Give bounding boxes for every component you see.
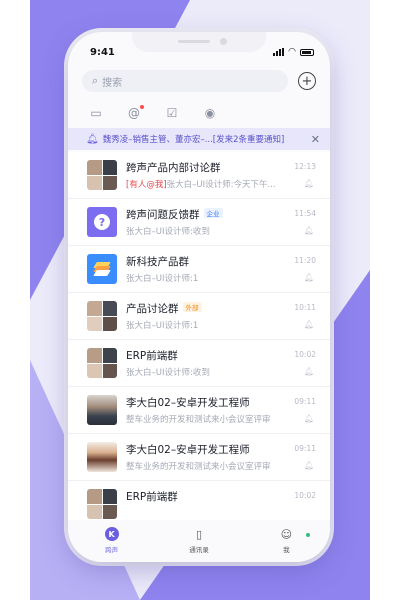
mute-icon: 🔔︎ [303, 179, 314, 188]
conversation-row[interactable]: 跨声产品内部讨论群 [有人@我]张大白–UI设计师:今天下午... 12:13 … [68, 152, 330, 199]
mention-badge: [有人@我] [126, 180, 167, 190]
conversation-title: 李大白02–安卓开发工程师 [126, 444, 250, 456]
conversation-time: 09:11 [294, 397, 316, 406]
group-avatar [87, 301, 117, 331]
conversation-time: 12:13 [294, 162, 316, 171]
mute-icon: 🔔︎ [303, 367, 314, 376]
search-placeholder: 搜索 [102, 77, 123, 89]
search-row: ⌕ 搜索 + [82, 70, 316, 92]
conversation-title: 跨声问题反馈群 企业 [126, 207, 223, 222]
person-avatar [87, 442, 117, 472]
battery-icon [300, 49, 314, 56]
kuasheng-icon: K [104, 527, 119, 541]
online-dot [305, 533, 310, 537]
clipboard-check-icon[interactable]: ☑ [164, 106, 180, 120]
conversation-title: 李大白02–安卓开发工程师 [126, 397, 250, 409]
conversation-preview: 整车业务的开发和测试来小会议室评审 [126, 415, 271, 425]
wifi-icon: ◠ [288, 47, 296, 57]
conversation-time: 09:11 [294, 444, 316, 453]
group-avatar [87, 348, 117, 378]
mute-icon: 🔔︎ [303, 273, 314, 282]
question-icon: ? [94, 214, 110, 230]
plus-icon: + [301, 73, 313, 89]
conversation-title: ERP前端群 [126, 350, 178, 362]
bell-icon: 🔔︎ [86, 133, 99, 145]
conversation-preview: 张大白–UI设计师:收到 [126, 227, 210, 237]
conversation-title: 产品讨论群 外部 [126, 301, 202, 316]
group-avatar [87, 489, 117, 519]
conversation-time: 10:02 [294, 350, 316, 359]
tab-contacts[interactable]: ▯ 通讯录 [155, 520, 242, 562]
conversation-row[interactable]: 李大白02–安卓开发工程师 整车业务的开发和测试来小会议室评审 09:11 🔔︎ [68, 387, 330, 434]
contacts-icon: ▯ [195, 527, 203, 541]
conversation-row[interactable]: ? 跨声问题反馈群 企业 张大白–UI设计师:收到 11:54 🔔︎ [68, 199, 330, 246]
tab-me[interactable]: ☺︎ 我 [243, 520, 330, 562]
conversation-preview: 张大白–UI设计师:1 [126, 274, 199, 284]
bottom-tab-bar: K 跨声 ▯ 通讯录 ☺︎ 我 [68, 520, 330, 562]
conversation-preview: 张大白–UI设计师:收到 [126, 368, 210, 378]
close-icon[interactable]: ✕ [311, 133, 320, 146]
add-button[interactable]: + [298, 72, 316, 90]
conversation-row[interactable]: 李大白02–安卓开发工程师 整车业务的开发和测试来小会议室评审 09:11 🔔︎ [68, 434, 330, 481]
conversation-time: 11:20 [294, 256, 316, 265]
group-avatar [87, 160, 117, 190]
conversation-title: 跨声产品内部讨论群 [126, 162, 221, 174]
conversation-row[interactable]: 产品讨论群 外部 张大白–UI设计师:1 10:11 🔔︎ [68, 293, 330, 340]
user-icon: ☺︎ [280, 527, 293, 541]
conversation-time: 11:54 [294, 209, 316, 218]
question-avatar: ? [87, 207, 117, 237]
conversation-preview: 张大白–UI设计师:1 [126, 321, 199, 331]
monitor-icon[interactable]: ▭ [88, 106, 104, 120]
conversation-preview: 整车业务的开发和测试来小会议室评审 [126, 462, 271, 472]
person-avatar [87, 395, 117, 425]
eye-icon[interactable]: ◉ [202, 106, 218, 120]
conversation-time: 10:02 [294, 491, 316, 500]
tab-label: 我 [283, 546, 290, 554]
conversation-row[interactable]: 新科技产品群 张大白–UI设计师:1 11:20 🔔︎ [68, 246, 330, 293]
important-notice-banner[interactable]: 🔔︎ 魏秀凌–销售主管、董亦宏–...[发来2条重要通知] ✕ [68, 128, 330, 150]
layers-icon [93, 261, 111, 277]
layers-avatar [87, 254, 117, 284]
external-tag: 外部 [182, 302, 202, 312]
status-icons: ◠ [273, 47, 314, 57]
conversation-row[interactable]: ERP前端群 张大白–UI设计师:收到 10:02 🔔︎ [68, 340, 330, 387]
filter-toolbar: ▭ @ ☑ ◉ [68, 100, 330, 126]
conversation-title: ERP前端群 [126, 491, 178, 503]
conversation-row[interactable]: ERP前端群 10:02 [68, 481, 330, 520]
status-time: 9:41 [90, 47, 115, 58]
tab-label: 通讯录 [189, 546, 209, 554]
status-bar: 9:41 ◠ [68, 32, 330, 68]
notice-text: 魏秀凌–销售主管、董亦宏–...[发来2条重要通知] [102, 135, 285, 145]
mute-icon: 🔔︎ [303, 461, 314, 470]
at-icon[interactable]: @ [126, 105, 144, 120]
phone-frame: 9:41 ◠ ⌕ 搜索 + ▭ @ ☑ ◉ 🔔︎ 魏秀凌–销售主管、董亦宏–..… [68, 32, 330, 562]
conversation-time: 10:11 [294, 303, 316, 312]
enterprise-tag: 企业 [203, 208, 223, 218]
tab-kuasheng[interactable]: K 跨声 [68, 520, 155, 562]
unread-dot [140, 105, 144, 109]
mute-icon: 🔔︎ [303, 320, 314, 329]
preview-text: 张大白–UI设计师:今天下午... [166, 180, 276, 190]
search-icon: ⌕ [92, 74, 99, 87]
conversation-preview: [有人@我]张大白–UI设计师:今天下午... [126, 178, 286, 190]
conversation-list: 跨声产品内部讨论群 [有人@我]张大白–UI设计师:今天下午... 12:13 … [68, 152, 330, 520]
mute-icon: 🔔︎ [303, 226, 314, 235]
search-input[interactable]: ⌕ 搜索 [82, 70, 288, 92]
mute-icon: 🔔︎ [303, 414, 314, 423]
signal-icon [273, 48, 285, 56]
conversation-title: 新科技产品群 [126, 256, 189, 268]
tab-label: 跨声 [105, 546, 119, 554]
